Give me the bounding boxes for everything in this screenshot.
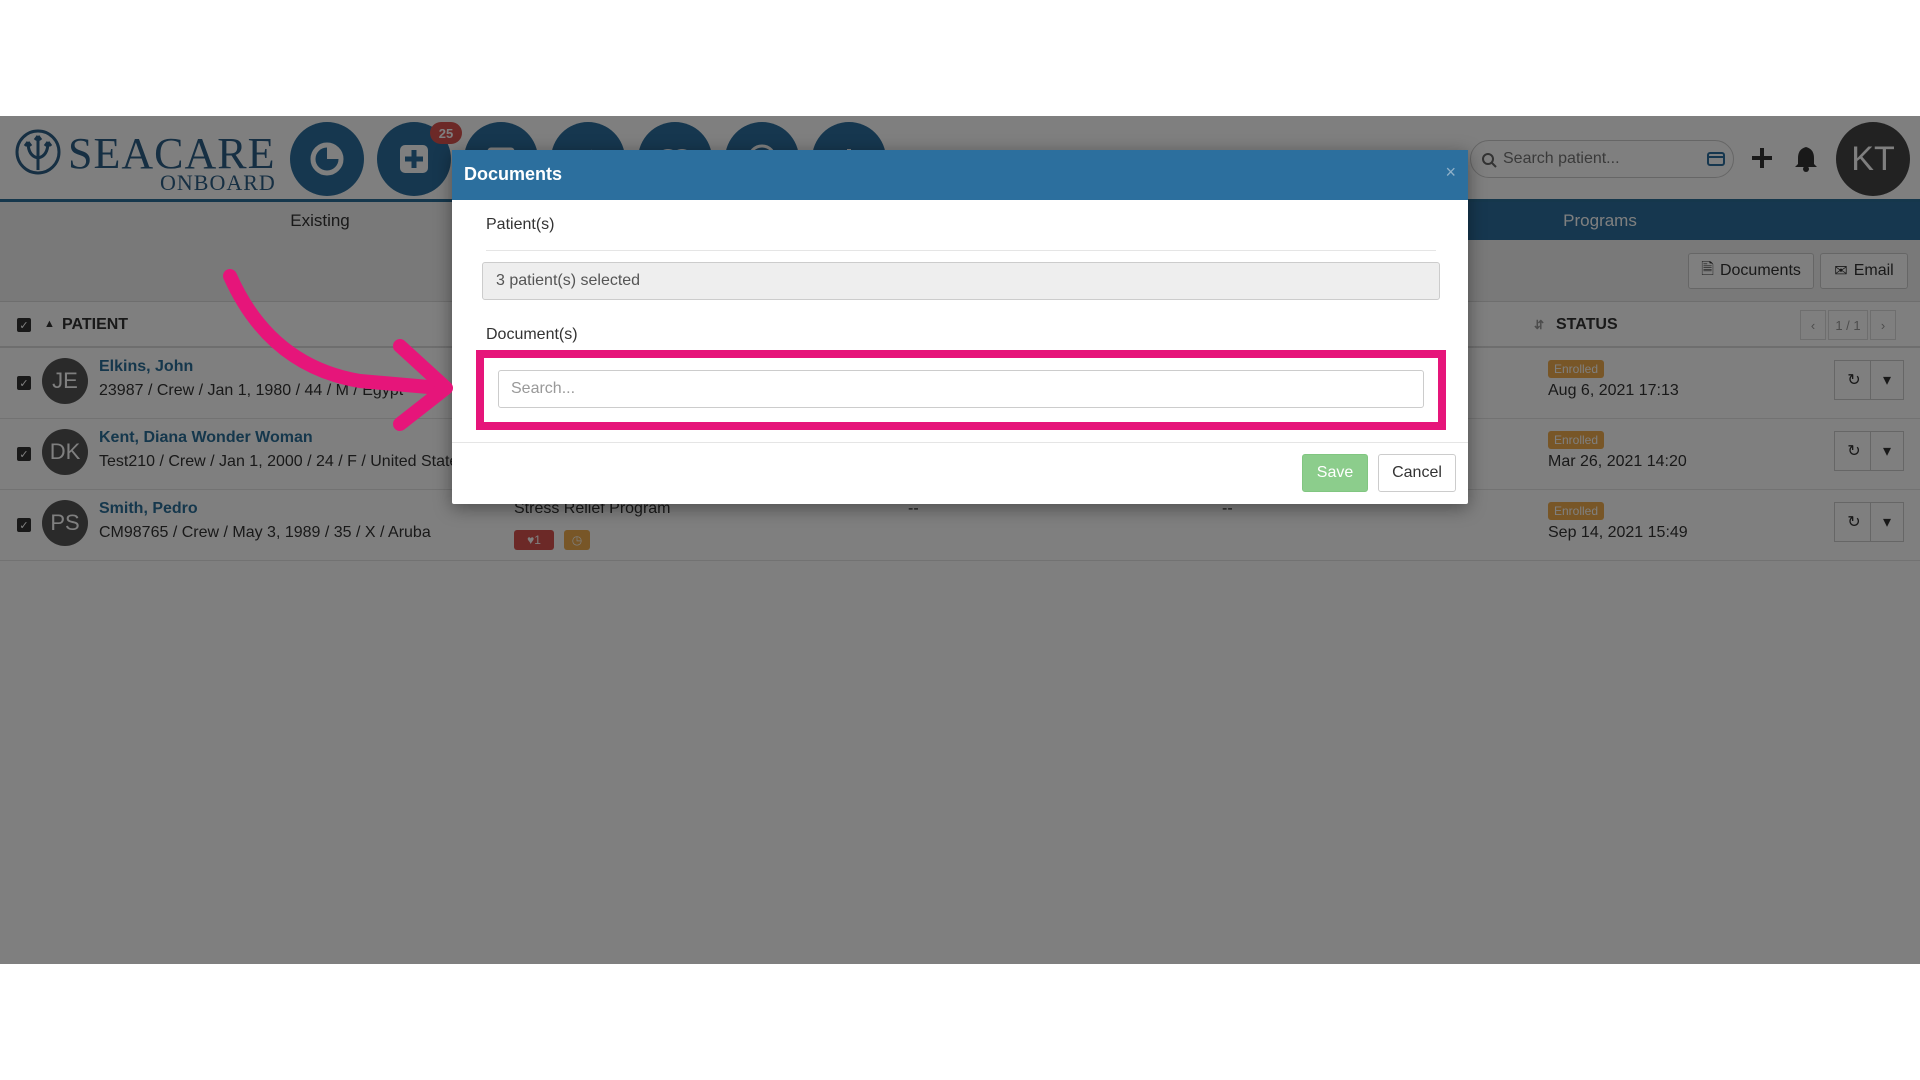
divider — [486, 250, 1436, 251]
modal-title: Documents — [464, 164, 563, 184]
annotation-arrow-icon — [223, 269, 453, 431]
divider — [452, 442, 1468, 443]
cancel-button[interactable]: Cancel — [1378, 454, 1456, 492]
app-frame: SEACARE ONBOARD 25 — [0, 116, 1920, 964]
save-button[interactable]: Save — [1302, 454, 1368, 492]
highlight-box — [476, 350, 1446, 430]
document-search-input[interactable] — [498, 370, 1424, 408]
modal-header: Documents × — [452, 150, 1468, 200]
patients-label: Patient(s) — [486, 216, 555, 233]
documents-modal: Documents × Patient(s) 3 patient(s) sele… — [452, 150, 1468, 504]
patients-selected-field: 3 patient(s) selected — [482, 262, 1440, 300]
close-icon[interactable]: × — [1445, 162, 1456, 183]
documents-label: Document(s) — [486, 326, 578, 343]
